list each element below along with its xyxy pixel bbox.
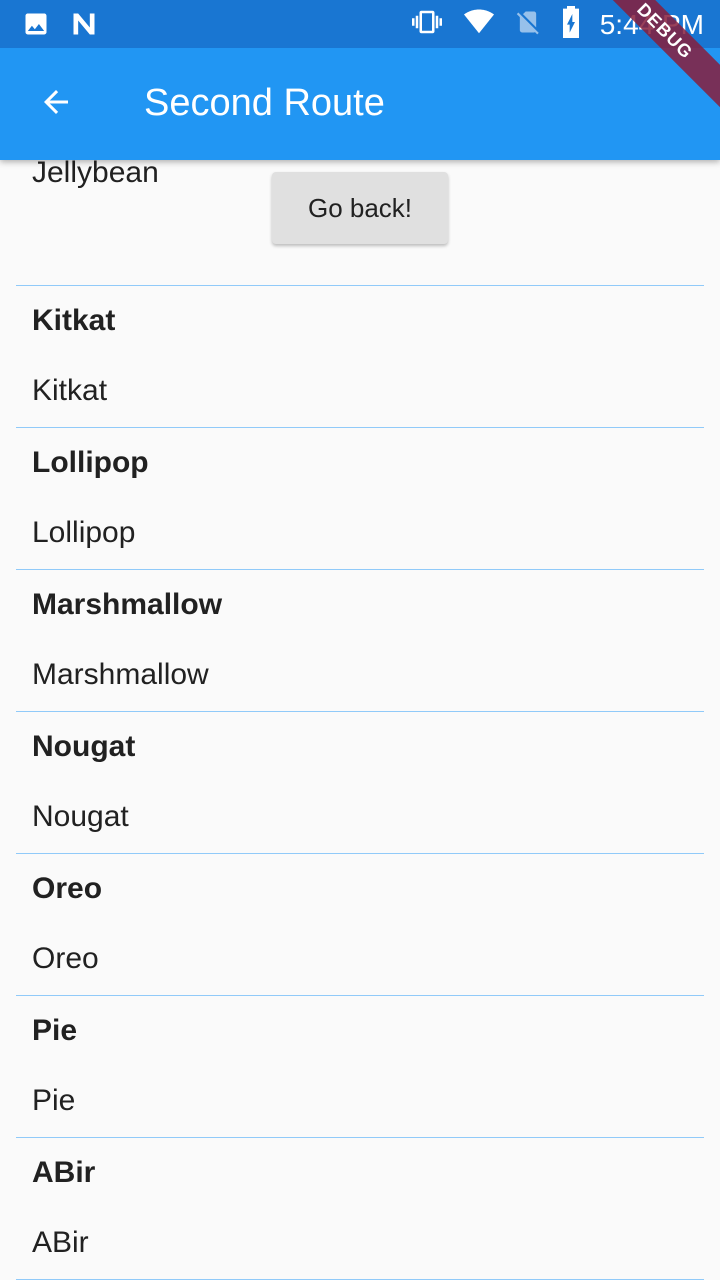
android-versions-list[interactable]: Jellybean Kitkat Kitkat Lollipop Lollipo… — [16, 160, 704, 1280]
wifi-icon — [462, 7, 496, 42]
list-item-subtitle: Nougat — [32, 800, 129, 833]
n-logo-icon — [70, 10, 98, 43]
list-item-subtitle: Lollipop — [32, 516, 136, 549]
list-item[interactable]: Oreo Oreo — [16, 854, 704, 996]
arrow-back-icon — [38, 84, 74, 125]
image-icon — [22, 10, 50, 43]
list-item[interactable]: Marshmallow Marshmallow — [16, 570, 704, 712]
list-item-subtitle: Kitkat — [32, 374, 108, 407]
list-item-title: Kitkat — [32, 304, 116, 337]
list-item-title: Oreo — [32, 872, 103, 905]
list-item[interactable]: Pie Pie — [16, 996, 704, 1138]
list-item-title: Pie — [32, 1014, 78, 1047]
list-item-subtitle: Oreo — [32, 942, 99, 975]
list-item-title: Lollipop — [32, 446, 149, 479]
list-item[interactable]: Lollipop Lollipop — [16, 428, 704, 570]
app-bar: Second Route — [0, 48, 720, 160]
status-bar: 5:44 PM — [0, 0, 720, 48]
page-title: Second Route — [144, 82, 385, 124]
list-item[interactable]: Nougat Nougat — [16, 712, 704, 854]
battery-charging-icon — [560, 6, 582, 43]
list-item-title: ABir — [32, 1156, 96, 1189]
content-area: Jellybean Kitkat Kitkat Lollipop Lollipo… — [0, 160, 720, 1280]
list-item-subtitle: Pie — [32, 1084, 76, 1117]
list-item-subtitle: Marshmallow — [32, 658, 209, 691]
list-item-title: Marshmallow — [32, 588, 223, 621]
list-item[interactable]: ABir ABir — [16, 1138, 704, 1280]
list-item-subtitle: Jellybean — [32, 160, 159, 189]
list-item-subtitle: ABir — [32, 1226, 89, 1259]
list-item[interactable]: Kitkat Kitkat — [16, 286, 704, 428]
vibrate-icon — [410, 7, 444, 42]
back-button[interactable] — [24, 80, 88, 128]
no-sim-icon — [514, 7, 542, 42]
list-item-title: Nougat — [32, 730, 136, 763]
go-back-button[interactable]: Go back! — [272, 172, 448, 244]
